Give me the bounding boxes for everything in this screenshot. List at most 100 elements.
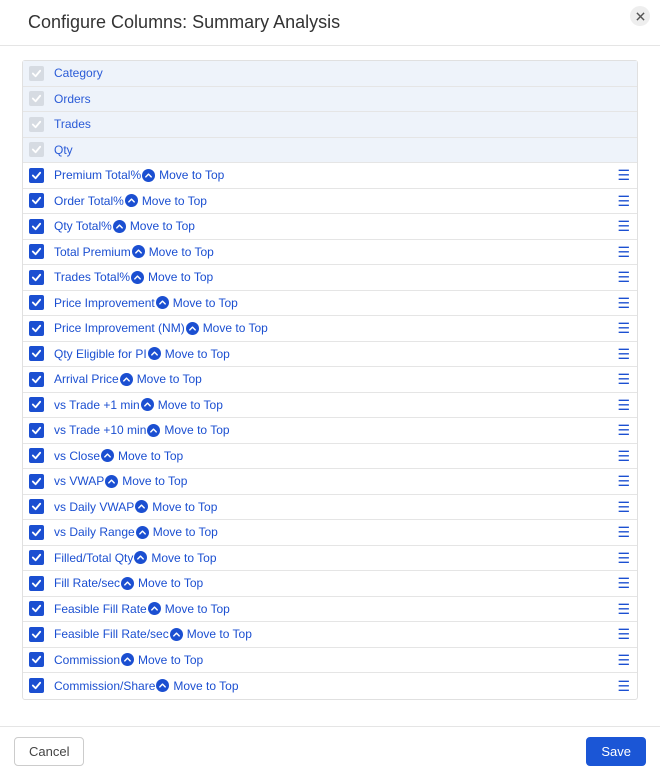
column-checkbox[interactable]: [29, 219, 44, 234]
column-checkbox[interactable]: [29, 550, 44, 565]
drag-handle-icon[interactable]: ☰: [617, 168, 629, 182]
chevron-up-circle-icon: [121, 577, 134, 590]
save-button[interactable]: Save: [586, 737, 646, 766]
column-checkbox-disabled: [29, 66, 44, 81]
column-checkbox[interactable]: [29, 652, 44, 667]
move-to-top-button[interactable]: Move to Top: [147, 602, 230, 616]
drag-handle-icon[interactable]: ☰: [617, 449, 629, 463]
drag-handle-icon[interactable]: ☰: [617, 321, 629, 335]
column-checkbox[interactable]: [29, 193, 44, 208]
move-to-top-button[interactable]: Move to Top: [104, 474, 187, 488]
drag-handle-icon[interactable]: ☰: [617, 576, 629, 590]
column-row: vs VWAP Move to Top ☰: [23, 469, 637, 495]
drag-handle-icon[interactable]: ☰: [617, 372, 629, 386]
column-label: Qty: [54, 143, 73, 157]
move-to-top-button[interactable]: Move to Top: [100, 449, 183, 463]
drag-handle-icon[interactable]: ☰: [617, 194, 629, 208]
move-to-top-button[interactable]: Move to Top: [185, 321, 268, 335]
column-checkbox[interactable]: [29, 601, 44, 616]
move-to-top-button[interactable]: Move to Top: [169, 627, 252, 641]
column-checkbox[interactable]: [29, 244, 44, 259]
move-to-top-button[interactable]: Move to Top: [133, 551, 216, 565]
column-row: Feasible Fill Rate/sec Move to Top ☰: [23, 622, 637, 648]
drag-handle-icon[interactable]: ☰: [617, 602, 629, 616]
move-to-top-label: Move to Top: [122, 474, 187, 488]
column-row: vs Daily VWAP Move to Top ☰: [23, 495, 637, 521]
column-checkbox[interactable]: [29, 295, 44, 310]
column-checkbox[interactable]: [29, 525, 44, 540]
column-row: Fill Rate/sec Move to Top ☰: [23, 571, 637, 597]
drag-handle-icon[interactable]: ☰: [617, 679, 629, 693]
chevron-up-circle-icon: [105, 475, 118, 488]
move-to-top-button[interactable]: Move to Top: [146, 423, 229, 437]
column-checkbox[interactable]: [29, 576, 44, 591]
move-to-top-label: Move to Top: [149, 245, 214, 259]
move-to-top-button[interactable]: Move to Top: [119, 372, 202, 386]
move-to-top-label: Move to Top: [152, 500, 217, 514]
move-to-top-button[interactable]: Move to Top: [135, 525, 218, 539]
fixed-column-row: Trades: [23, 112, 637, 138]
chevron-up-circle-icon: [148, 602, 161, 615]
column-row: Filled/Total Qty Move to Top ☰: [23, 546, 637, 572]
chevron-up-circle-icon: [136, 526, 149, 539]
drag-handle-icon[interactable]: ☰: [617, 653, 629, 667]
column-label: vs Daily VWAP: [54, 500, 134, 514]
move-to-top-button[interactable]: Move to Top: [155, 679, 238, 693]
column-checkbox-disabled: [29, 117, 44, 132]
move-to-top-button[interactable]: Move to Top: [141, 168, 224, 182]
drag-handle-icon[interactable]: ☰: [617, 551, 629, 565]
drag-handle-icon[interactable]: ☰: [617, 270, 629, 284]
move-to-top-button[interactable]: Move to Top: [155, 296, 238, 310]
column-label: Feasible Fill Rate/sec: [54, 627, 169, 641]
column-label: Filled/Total Qty: [54, 551, 133, 565]
move-to-top-button[interactable]: Move to Top: [112, 219, 195, 233]
column-checkbox[interactable]: [29, 372, 44, 387]
column-checkbox[interactable]: [29, 397, 44, 412]
column-row: vs Close Move to Top ☰: [23, 444, 637, 470]
column-label: vs Close: [54, 449, 100, 463]
column-checkbox[interactable]: [29, 474, 44, 489]
move-to-top-button[interactable]: Move to Top: [130, 270, 213, 284]
drag-handle-icon[interactable]: ☰: [617, 423, 629, 437]
chevron-up-circle-icon: [170, 628, 183, 641]
drag-handle-icon[interactable]: ☰: [617, 296, 629, 310]
drag-handle-icon[interactable]: ☰: [617, 398, 629, 412]
cancel-button[interactable]: Cancel: [14, 737, 84, 766]
move-to-top-button[interactable]: Move to Top: [124, 194, 207, 208]
drag-handle-icon[interactable]: ☰: [617, 525, 629, 539]
column-checkbox[interactable]: [29, 321, 44, 336]
column-checkbox[interactable]: [29, 423, 44, 438]
move-to-top-label: Move to Top: [130, 219, 195, 233]
chevron-up-circle-icon: [134, 551, 147, 564]
move-to-top-label: Move to Top: [148, 270, 213, 284]
close-button[interactable]: [630, 6, 650, 26]
column-checkbox[interactable]: [29, 678, 44, 693]
column-checkbox[interactable]: [29, 270, 44, 285]
column-row: Commission/Share Move to Top ☰: [23, 673, 637, 699]
drag-handle-icon[interactable]: ☰: [617, 347, 629, 361]
drag-handle-icon[interactable]: ☰: [617, 500, 629, 514]
move-to-top-label: Move to Top: [138, 576, 203, 590]
move-to-top-button[interactable]: Move to Top: [120, 576, 203, 590]
fixed-column-row: Category: [23, 61, 637, 87]
column-checkbox[interactable]: [29, 499, 44, 514]
drag-handle-icon[interactable]: ☰: [617, 474, 629, 488]
column-label: vs Trade +1 min: [54, 398, 140, 412]
column-checkbox-disabled: [29, 91, 44, 106]
drag-handle-icon[interactable]: ☰: [617, 627, 629, 641]
move-to-top-button[interactable]: Move to Top: [120, 653, 203, 667]
fixed-column-row: Qty: [23, 138, 637, 164]
drag-handle-icon[interactable]: ☰: [617, 219, 629, 233]
move-to-top-button[interactable]: Move to Top: [131, 245, 214, 259]
drag-handle-icon[interactable]: ☰: [617, 245, 629, 259]
column-checkbox[interactable]: [29, 168, 44, 183]
move-to-top-button[interactable]: Move to Top: [134, 500, 217, 514]
column-checkbox[interactable]: [29, 448, 44, 463]
column-label: vs Trade +10 min: [54, 423, 146, 437]
move-to-top-button[interactable]: Move to Top: [147, 347, 230, 361]
column-checkbox[interactable]: [29, 346, 44, 361]
move-to-top-button[interactable]: Move to Top: [140, 398, 223, 412]
close-icon: [636, 12, 645, 21]
column-row: vs Trade +10 min Move to Top ☰: [23, 418, 637, 444]
column-checkbox[interactable]: [29, 627, 44, 642]
